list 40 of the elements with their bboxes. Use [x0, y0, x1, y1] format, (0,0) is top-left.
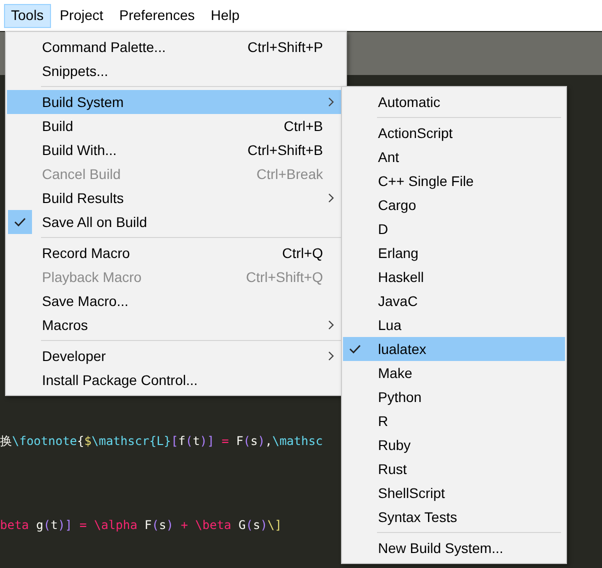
- menu-item[interactable]: Syntax Tests: [343, 505, 565, 529]
- menu-item[interactable]: Developer: [7, 344, 345, 368]
- menu-item[interactable]: New Build System...: [343, 536, 565, 560]
- menu-item[interactable]: Macros: [7, 313, 345, 337]
- chevron-right-icon: [328, 193, 334, 203]
- menu-item[interactable]: Python: [343, 385, 565, 409]
- menu-item[interactable]: ShellScript: [343, 481, 565, 505]
- menu-item[interactable]: ActionScript: [343, 121, 565, 145]
- menu-item[interactable]: C++ Single File: [343, 169, 565, 193]
- chevron-right-icon: [328, 97, 334, 107]
- chevron-right-icon: [328, 320, 334, 330]
- menu-item[interactable]: Automatic: [343, 90, 565, 114]
- menu-item[interactable]: Build With... Ctrl+Shift+B: [7, 138, 345, 162]
- menu-item[interactable]: Erlang: [343, 241, 565, 265]
- menu-item[interactable]: Snippets...: [7, 59, 345, 83]
- menu-item[interactable]: Install Package Control...: [7, 368, 345, 392]
- chevron-right-icon: [328, 351, 334, 361]
- menu-bar-item[interactable]: Preferences: [112, 4, 202, 28]
- menu-item[interactable]: Save Macro...: [7, 289, 345, 313]
- menu-bar-item[interactable]: Tools: [4, 4, 51, 28]
- menu-item[interactable]: Ant: [343, 145, 565, 169]
- menu-item[interactable]: Ruby: [343, 433, 565, 457]
- menu-bar-item[interactable]: Project: [52, 4, 110, 28]
- code-line: beta g(t)] = \alpha F(s) + \beta G(s)\]: [0, 517, 282, 534]
- menu-item[interactable]: Record Macro Ctrl+Q: [7, 241, 345, 265]
- menu-item[interactable]: Haskell: [343, 265, 565, 289]
- menu-item[interactable]: D: [343, 217, 565, 241]
- menu-bar-item[interactable]: Help: [204, 4, 247, 28]
- menu-item[interactable]: lualatex: [343, 337, 565, 361]
- menu-item[interactable]: Cargo: [343, 193, 565, 217]
- menu-item[interactable]: Save All on Build: [7, 210, 345, 234]
- menu-item[interactable]: Build Results: [7, 186, 345, 210]
- code-line: 换\footnote{$\mathscr{L}[f(t)] = F(s),\mathsc: [0, 433, 323, 450]
- menu-item[interactable]: Make: [343, 361, 565, 385]
- menu-item[interactable]: Command Palette... Ctrl+Shift+P: [7, 35, 345, 59]
- menu-item[interactable]: R: [343, 409, 565, 433]
- menu-item[interactable]: Lua: [343, 313, 565, 337]
- menu-item[interactable]: Build Ctrl+B: [7, 114, 345, 138]
- menu-item[interactable]: JavaC: [343, 289, 565, 313]
- menu-item[interactable]: Rust: [343, 457, 565, 481]
